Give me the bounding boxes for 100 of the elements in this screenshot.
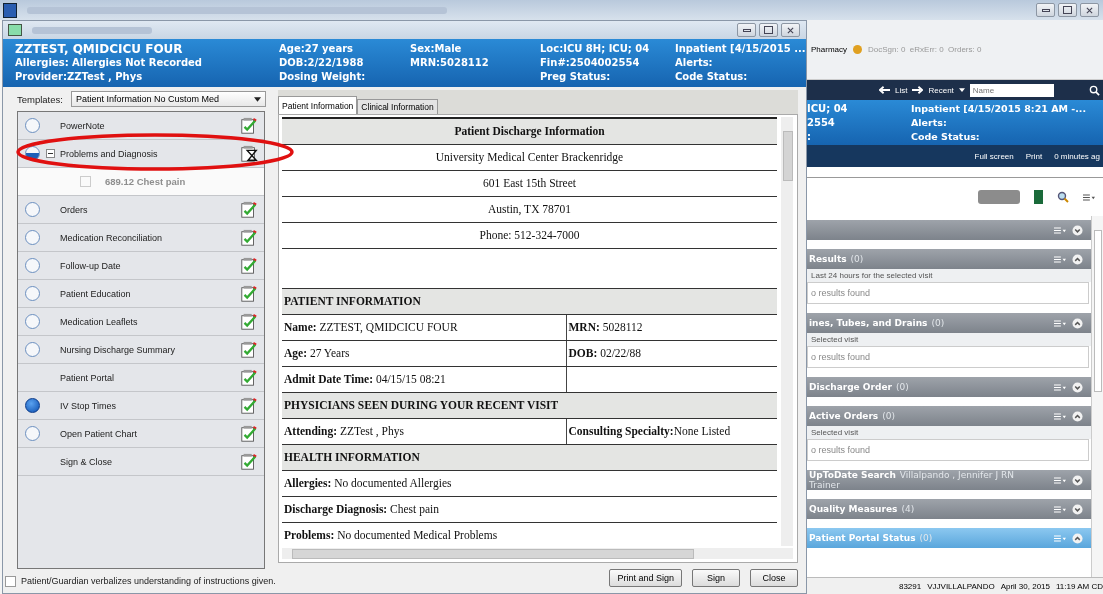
section-count: (0): [882, 411, 895, 421]
step-item[interactable]: IV Stop Times: [18, 392, 264, 420]
banner-text: ICU; 04: [807, 102, 849, 116]
section-title: Active Orders: [809, 411, 879, 421]
document-title: Patient Discharge Information: [282, 118, 777, 144]
banner-text: Inpatient [4/15/2015 8:21 AM -...: [911, 102, 1087, 116]
name-search-field[interactable]: Name: [969, 83, 1054, 97]
action-button[interactable]: Print: [1025, 151, 1043, 161]
section-title: UpToDate Search: [809, 470, 896, 480]
step-label: PowerNote: [60, 120, 106, 131]
banner-text: Preg Status:: [540, 70, 612, 84]
address-line: Phone: 512-324-7000: [282, 222, 777, 248]
banner-text: :: [807, 130, 812, 144]
table-cell: Attending: ZZTest , Phys: [282, 418, 566, 444]
section-count: (4): [901, 504, 915, 514]
step-item[interactable]: Nursing Discharge Summary: [18, 336, 264, 364]
action-button[interactable]: Full screen: [974, 151, 1014, 161]
section-title: Patient Portal Status: [809, 533, 916, 543]
dialog-button[interactable]: Close: [750, 569, 798, 587]
banner-text: MRN:5028112: [410, 56, 490, 70]
status-text: 11:19 AM CD: [1056, 581, 1103, 591]
table-cell: Admit Date Time: 04/15/15 08:21: [282, 366, 566, 392]
action-button[interactable]: 0 minutes ag: [1054, 151, 1100, 161]
table-cell: Age: 27 Years: [282, 340, 566, 366]
step-item[interactable]: Open Patient Chart: [18, 420, 264, 448]
table-cell: DOB: 02/22/88: [566, 340, 777, 366]
step-item[interactable]: Sign & Close: [18, 448, 264, 476]
banner-text: Code Status:: [911, 130, 981, 144]
empty-results-box: o results found: [807, 346, 1089, 368]
table-cell: Discharge Diagnosis: Chest pain: [282, 496, 777, 522]
templates-label: Templates:: [17, 93, 63, 105]
step-label: Open Patient Chart: [60, 428, 139, 439]
banner-text: Loc:ICU 8H; ICU; 04: [540, 42, 651, 56]
problem-label: 689.12 Chest pain: [105, 176, 186, 187]
banner-text: DOB:2/22/1988: [279, 56, 365, 70]
empty-results-box: o results found: [807, 439, 1089, 461]
section-title: Quality Measures: [809, 504, 898, 514]
section-count: (0): [895, 382, 909, 392]
pharmacy-toolbar-button[interactable]: Pharmacy: [811, 45, 847, 54]
step-item[interactable]: Patient Portal: [18, 364, 264, 392]
section-subtitle: Selected visit: [807, 426, 1091, 439]
step-item[interactable]: Follow-up Date: [18, 252, 264, 280]
empty-results-box: o results found: [807, 282, 1089, 304]
status-text: 83291: [898, 581, 922, 591]
section-count: (0): [850, 254, 864, 264]
step-label: Medication Reconciliation: [60, 232, 164, 243]
tab[interactable]: Patient Information: [278, 96, 358, 114]
step-label: Orders: [60, 204, 89, 215]
table-cell: MRN: 5028112: [566, 314, 777, 340]
banner-text: Inpatient [4/15/2015 ...: [675, 42, 806, 56]
address-line: University Medical Center Brackenridge: [282, 144, 777, 170]
section-heading: PHYSICIANS SEEN DURING YOUR RECENT VISIT: [282, 392, 777, 418]
address-line: 601 East 15th Street: [282, 170, 777, 196]
section-count: (0): [931, 318, 945, 328]
template-dropdown[interactable]: Patient Information No Custom Med: [70, 91, 266, 107]
step-label: Follow-up Date: [60, 260, 122, 271]
section-heading: HEALTH INFORMATION: [282, 444, 777, 470]
step-label: Patient Portal: [60, 372, 116, 383]
banner-text: Sex:Male: [410, 42, 463, 56]
tab[interactable]: Clinical Information: [357, 99, 438, 114]
step-label: Medication Leaflets: [60, 316, 139, 327]
banner-text: ZZTEST, QMIDCICU FOUR: [15, 42, 184, 56]
section-heading: PATIENT INFORMATION: [282, 288, 777, 314]
status-text: VJJVILLALPANDO: [927, 581, 995, 591]
section-subtitle: Selected visit: [807, 333, 1091, 346]
banner-text: Alerts:: [911, 116, 948, 130]
step-item[interactable]: Medication Leaflets: [18, 308, 264, 336]
banner-text: Code Status:: [675, 70, 749, 84]
step-label: IV Stop Times: [60, 400, 118, 411]
step-label: Problems and Diagnosis: [60, 148, 159, 159]
section-title: ines, Tubes, and Drains: [809, 318, 928, 328]
table-cell: Allergies: No documented Allergies: [282, 470, 777, 496]
section-detail: Villalpando , Jennifer J RN: [899, 470, 1014, 480]
step-item[interactable]: Medication Reconciliation: [18, 224, 264, 252]
table-cell: Consulting Specialty:None Listed: [566, 418, 777, 444]
address-line: Austin, TX 78701: [282, 196, 777, 222]
step-item[interactable]: Patient Education: [18, 280, 264, 308]
list-button[interactable]: List: [895, 85, 908, 95]
recent-button[interactable]: Recent: [928, 85, 954, 95]
step-label: Nursing Discharge Summary: [60, 344, 177, 355]
section-count: (0): [919, 533, 933, 543]
step-item[interactable]: Orders: [18, 196, 264, 224]
dialog-button[interactable]: Sign: [692, 569, 740, 587]
checkbox-label: Patient/Guardian verbalizes understanding of instructions given.: [21, 576, 276, 586]
section-detail: Trainer: [809, 480, 841, 490]
banner-text: Age:27 years: [279, 42, 354, 56]
banner-text: Dosing Weight:: [279, 70, 367, 84]
section-title: Discharge Order: [809, 382, 892, 392]
banner-text: Allergies: Allergies Not Recorded: [15, 56, 204, 70]
step-label: Patient Education: [60, 288, 132, 299]
status-text: April 30, 2015: [1000, 581, 1050, 591]
section-title: Results: [809, 254, 847, 264]
banner-text: Fin#:2504002554: [540, 56, 641, 70]
step-item[interactable]: PowerNote: [18, 112, 264, 140]
table-cell: Name: ZZTEST, QMIDCICU FOUR: [282, 314, 566, 340]
banner-text: Provider:ZZTest , Phys: [15, 70, 144, 84]
dialog-button[interactable]: Print and Sign: [609, 569, 682, 587]
section-subtitle: Last 24 hours for the selected visit: [807, 269, 1091, 282]
banner-text: Alerts:: [675, 56, 714, 70]
step-label: Sign & Close: [60, 456, 114, 467]
